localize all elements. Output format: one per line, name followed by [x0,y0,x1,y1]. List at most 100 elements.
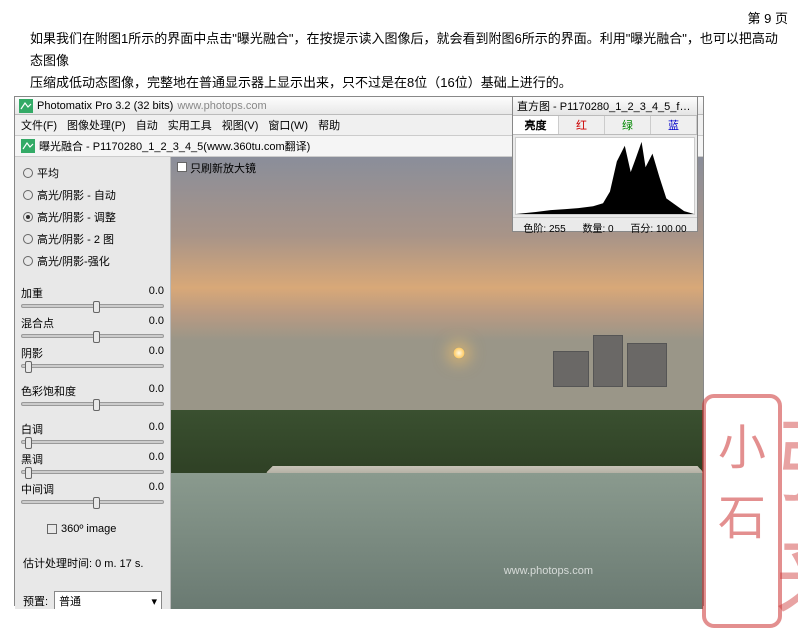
slider-value: 0.0 [149,421,164,437]
slider-whiteclip[interactable]: 白调 0.0 [21,421,164,447]
slider-saturation[interactable]: 色彩饱和度 0.0 [21,383,164,409]
stat-count-label: 数量: [582,224,605,235]
histogram-stats: 色阶: 255 数量: 0 百分: 100.00 [513,217,697,237]
slider-track[interactable] [21,500,164,504]
stat-level-value: 255 [549,224,566,235]
svg-text:张: 张 [775,414,798,514]
radio-icon [23,256,33,266]
radio-label: 平均 [37,165,59,181]
radio-icon [23,212,33,222]
slider-name: 混合点 [21,315,54,331]
slider-name: 阴影 [21,345,43,361]
preset-select[interactable]: 普通 ▾ [54,591,162,609]
preset-label: 预置: [23,593,48,609]
menu-auto[interactable]: 自动 [136,117,158,133]
slider-track[interactable] [21,304,164,308]
preset-value: 普通 [59,593,81,609]
slider-accentuation[interactable]: 加重 0.0 [21,285,164,311]
slider-thumb-icon[interactable] [93,497,100,509]
document-title: 曝光融合 - P1170280_1_2_3_4_5(www.360tu.com翻… [39,138,310,154]
slider-track[interactable] [21,334,164,338]
slider-value: 0.0 [149,451,164,467]
tab-red[interactable]: 红 [559,116,605,134]
radio-label: 高光/阴影 - 调整 [37,209,116,225]
preset-row: 预置: 普通 ▾ [21,587,164,609]
checkbox-360[interactable]: 360º image [21,519,164,539]
radio-hs-adjust[interactable]: 高光/阴影 - 调整 [23,209,162,225]
intro-paragraph: 如果我们在附图1所示的界面中点击"曝光融合"，在按提示读入图像后，就会看到附图6… [0,0,798,100]
slider-midtone[interactable]: 中间调 0.0 [21,481,164,507]
radio-label: 高光/阴影 - 自动 [37,187,116,203]
slider-track[interactable] [21,470,164,474]
slider-thumb-icon[interactable] [93,301,100,313]
menu-utilities[interactable]: 实用工具 [168,117,212,133]
app-logo-icon [19,99,33,113]
radio-average[interactable]: 平均 [23,165,162,181]
tab-blue[interactable]: 蓝 [651,116,697,134]
histogram-chart [515,137,695,215]
checkbox-icon [47,524,57,534]
refresh-magnifier-checkbox[interactable]: 只刷新放大镜 [177,160,256,176]
stat-percent-label: 百分: [630,224,653,235]
slider-blending[interactable]: 混合点 0.0 [21,315,164,341]
sidebar: 平均 高光/阴影 - 自动 高光/阴影 - 调整 高光/阴影 - 2 图 高光/… [15,157,171,609]
slider-thumb-icon[interactable] [93,331,100,343]
slider-name: 色彩饱和度 [21,383,76,399]
svg-text:来: 来 [775,528,798,628]
menu-imageproc[interactable]: 图像处理(P) [67,117,126,133]
doc-logo-icon [21,139,35,153]
chevron-down-icon: ▾ [151,595,157,608]
method-radio-group: 平均 高光/阴影 - 自动 高光/阴影 - 调整 高光/阴影 - 2 图 高光/… [21,161,164,273]
watermark-stamp-icon: 小 石 张 来 [702,394,798,628]
svg-text:小: 小 [718,422,766,475]
svg-text:石: 石 [718,492,766,545]
refresh-magnifier-label: 只刷新放大镜 [190,163,256,175]
radio-icon [23,234,33,244]
stat-count-value: 0 [608,224,614,235]
slider-value: 0.0 [149,315,164,331]
menu-window[interactable]: 窗口(W) [268,117,308,133]
slider-name: 中间调 [21,481,54,497]
histogram-title: 直方图 - P1170280_1_2_3_4_5_fused(www.36... [513,97,697,116]
slider-track[interactable] [21,364,164,368]
tab-green[interactable]: 绿 [605,116,651,134]
slider-thumb-icon[interactable] [25,361,32,373]
slider-value: 0.0 [149,383,164,399]
slider-thumb-icon[interactable] [25,467,32,479]
slider-value: 0.0 [149,285,164,301]
eta-label: 估计处理时间: 0 m. 17 s. [21,551,164,575]
radio-icon [23,168,33,178]
slider-track[interactable] [21,402,164,406]
checkbox-label: 360º image [61,523,116,535]
intro-line2: 压缩成低动态图像，完整地在普通显示器上显示出来，只不过是在8位（16位）基础上进… [30,75,572,90]
radio-label: 高光/阴影 - 2 图 [37,231,114,247]
menu-help[interactable]: 帮助 [318,117,340,133]
stat-level-label: 色阶: [523,224,546,235]
tab-luminosity[interactable]: 亮度 [513,116,559,134]
slider-thumb-icon[interactable] [25,437,32,449]
slider-thumb-icon[interactable] [93,399,100,411]
slider-track[interactable] [21,440,164,444]
slider-name: 白调 [21,421,43,437]
page-number: 第 9 页 [748,8,788,27]
slider-shadows[interactable]: 阴影 0.0 [21,345,164,371]
menu-file[interactable]: 文件(F) [21,117,57,133]
slider-name: 黑调 [21,451,43,467]
radio-icon [23,190,33,200]
titlebar-url: www.photops.com [177,100,266,112]
radio-hs-auto[interactable]: 高光/阴影 - 自动 [23,187,162,203]
intro-line1: 如果我们在附图1所示的界面中点击"曝光融合"，在按提示读入图像后，就会看到附图6… [30,31,778,68]
app-title: Photomatix Pro 3.2 (32 bits) [37,100,173,112]
slider-name: 加重 [21,285,43,301]
slider-value: 0.0 [149,481,164,497]
slider-blackclip[interactable]: 黑调 0.0 [21,451,164,477]
checkbox-icon [177,162,187,172]
watermark-text: www.photops.com [504,565,593,577]
radio-label: 高光/阴影-强化 [37,253,110,269]
radio-hs-2img[interactable]: 高光/阴影 - 2 图 [23,231,162,247]
histogram-tabs: 亮度 红 绿 蓝 [513,116,697,135]
menu-view[interactable]: 视图(V) [222,117,259,133]
slider-value: 0.0 [149,345,164,361]
radio-hs-intensive[interactable]: 高光/阴影-强化 [23,253,162,269]
histogram-window: 直方图 - P1170280_1_2_3_4_5_fused(www.36...… [512,96,698,232]
